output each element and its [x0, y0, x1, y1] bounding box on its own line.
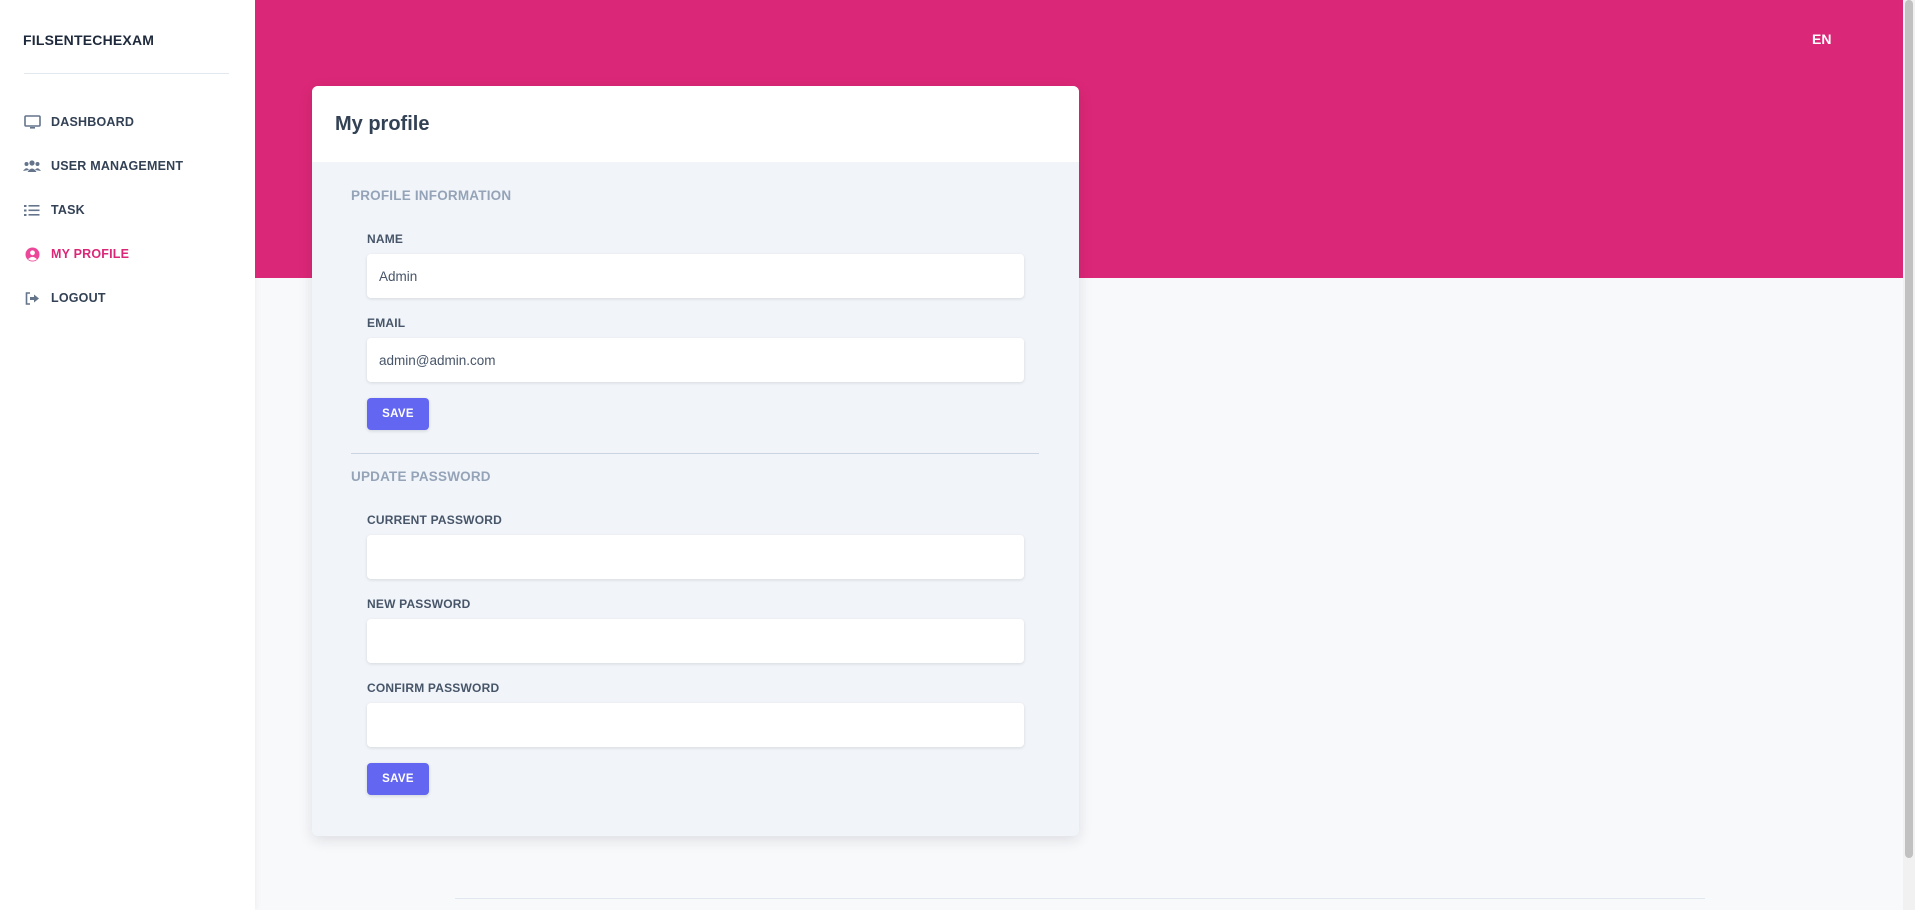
sidebar-item-label: TASK: [51, 203, 85, 217]
name-label: NAME: [367, 232, 404, 246]
sidebar-item-label: LOGOUT: [51, 291, 106, 305]
users-icon: [23, 157, 41, 175]
email-label: EMAIL: [367, 316, 406, 330]
sidebar-item-my-profile[interactable]: MY PROFILE: [0, 232, 255, 276]
logout-icon: [23, 289, 41, 307]
user-circle-icon: [23, 245, 41, 263]
password-section-title: UPDATE PASSWORD: [351, 469, 491, 484]
save-password-button[interactable]: SAVE: [367, 763, 429, 795]
sidebar-item-dashboard[interactable]: DASHBOARD: [0, 100, 255, 144]
sidebar-item-label: MY PROFILE: [51, 247, 130, 261]
sidebar-item-user-management[interactable]: USER MANAGEMENT: [0, 144, 255, 188]
new-password-input[interactable]: [367, 619, 1024, 663]
card-header: My profile: [312, 86, 1079, 162]
scrollbar[interactable]: [1903, 0, 1915, 910]
sidebar-item-label: DASHBOARD: [51, 115, 135, 129]
name-input[interactable]: [367, 254, 1024, 298]
language-selector[interactable]: EN: [1812, 31, 1831, 47]
new-password-label: NEW PASSWORD: [367, 597, 471, 611]
email-input[interactable]: [367, 338, 1024, 382]
current-password-label: CURRENT PASSWORD: [367, 513, 502, 527]
brand-title[interactable]: FILSENTECHEXAM: [23, 32, 154, 48]
sidebar-item-label: USER MANAGEMENT: [51, 159, 184, 173]
profile-card: My profile PROFILE INFORMATION NAME EMAI…: [312, 86, 1079, 836]
sidebar-item-task[interactable]: TASK: [0, 188, 255, 232]
brand-divider: [24, 73, 229, 74]
current-password-input[interactable]: [367, 535, 1024, 579]
scrollbar-thumb[interactable]: [1905, 0, 1913, 858]
footer-divider: [455, 898, 1705, 899]
monitor-icon: [23, 113, 41, 131]
confirm-password-input[interactable]: [367, 703, 1024, 747]
section-divider: [351, 453, 1039, 454]
sidebar-nav: DASHBOARD USER MANAGEMENT TASK MY PROFIL…: [0, 100, 255, 320]
confirm-password-label: CONFIRM PASSWORD: [367, 681, 500, 695]
page-title: My profile: [335, 112, 430, 135]
profile-section-title: PROFILE INFORMATION: [351, 188, 512, 203]
sidebar-item-logout[interactable]: LOGOUT: [0, 276, 255, 320]
list-icon: [23, 201, 41, 219]
sidebar: FILSENTECHEXAM DASHBOARD USER MANAGEMENT…: [0, 0, 255, 910]
save-profile-button[interactable]: SAVE: [367, 398, 429, 430]
